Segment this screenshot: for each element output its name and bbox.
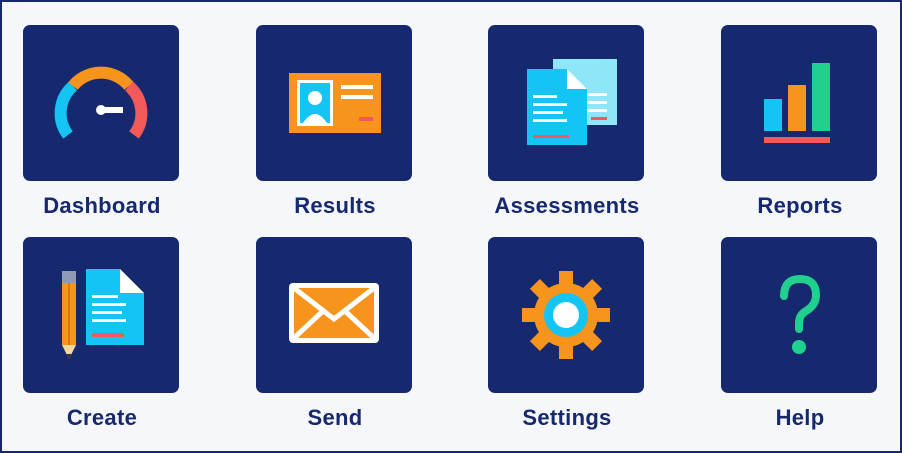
gear-icon bbox=[522, 271, 610, 359]
question-mark-icon bbox=[780, 275, 820, 354]
settings-tile[interactable] bbox=[488, 237, 644, 393]
help-label[interactable]: Help bbox=[700, 405, 900, 431]
envelope-icon bbox=[289, 283, 379, 343]
reports-label[interactable]: Reports bbox=[700, 193, 900, 219]
send-tile[interactable] bbox=[256, 237, 412, 393]
assessments-label[interactable]: Assessments bbox=[467, 193, 667, 219]
pencil-document-icon bbox=[62, 269, 144, 359]
assessments-tile[interactable] bbox=[488, 25, 644, 181]
dashboard-tile[interactable] bbox=[23, 25, 179, 181]
help-tile[interactable] bbox=[721, 237, 877, 393]
send-label[interactable]: Send bbox=[235, 405, 435, 431]
bar-chart-icon bbox=[764, 63, 830, 143]
dashboard-label[interactable]: Dashboard bbox=[2, 193, 202, 219]
create-label[interactable]: Create bbox=[2, 405, 202, 431]
app-menu-grid: Dashboard Results Assessments Reports Cr… bbox=[0, 0, 902, 453]
speedometer-icon bbox=[54, 66, 148, 139]
results-label[interactable]: Results bbox=[235, 193, 435, 219]
documents-icon bbox=[527, 59, 617, 145]
results-tile[interactable] bbox=[256, 25, 412, 181]
create-tile[interactable] bbox=[23, 237, 179, 393]
reports-tile[interactable] bbox=[721, 25, 877, 181]
settings-label[interactable]: Settings bbox=[467, 405, 667, 431]
id-card-icon bbox=[289, 73, 381, 133]
